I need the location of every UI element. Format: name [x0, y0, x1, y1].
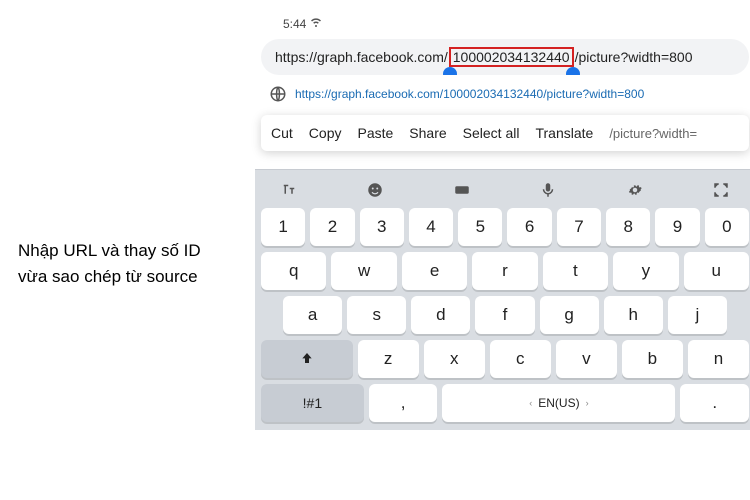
key-symbols[interactable]: !#1	[261, 384, 364, 422]
key-d[interactable]: d	[411, 296, 470, 334]
key-s[interactable]: s	[347, 296, 406, 334]
key-row-qwerty: q w e r t y u	[261, 252, 749, 290]
key-0[interactable]: 0	[705, 208, 749, 246]
key-y[interactable]: y	[613, 252, 678, 290]
key-row-numbers: 1 2 3 4 5 6 7 8 9 0	[261, 208, 749, 246]
key-1[interactable]: 1	[261, 208, 305, 246]
context-menu: Cut Copy Paste Share Select all Translat…	[261, 115, 749, 151]
key-b[interactable]: b	[622, 340, 683, 378]
key-period[interactable]: .	[680, 384, 749, 422]
key-r[interactable]: r	[472, 252, 537, 290]
mic-icon[interactable]	[538, 180, 558, 200]
key-w[interactable]: w	[331, 252, 396, 290]
expand-icon[interactable]	[711, 180, 731, 200]
key-f[interactable]: f	[475, 296, 534, 334]
key-v[interactable]: v	[556, 340, 617, 378]
chevron-left-icon: ‹	[529, 398, 532, 408]
menu-translate[interactable]: Translate	[535, 125, 593, 141]
soft-keyboard: 1 2 3 4 5 6 7 8 9 0 q w e r t y u a s d …	[255, 169, 750, 430]
key-row-asdf: a s d f g h j	[261, 296, 749, 334]
key-z[interactable]: z	[358, 340, 419, 378]
selected-id-text: 100002034132440	[453, 49, 570, 65]
key-3[interactable]: 3	[360, 208, 404, 246]
suggestion-row[interactable]: https://graph.facebook.com/1000020341324…	[255, 85, 750, 111]
key-a[interactable]: a	[283, 296, 342, 334]
selection-handle-left[interactable]	[443, 67, 457, 75]
gear-icon[interactable]	[625, 180, 645, 200]
key-u[interactable]: u	[684, 252, 749, 290]
emoji-icon[interactable]	[365, 180, 385, 200]
key-h[interactable]: h	[604, 296, 663, 334]
url-prefix: https://graph.facebook.com/	[275, 49, 448, 65]
key-c[interactable]: c	[490, 340, 551, 378]
key-7[interactable]: 7	[557, 208, 601, 246]
caption-line-1: Nhập URL và thay số ID	[18, 241, 201, 260]
key-n[interactable]: n	[688, 340, 749, 378]
chevron-right-icon: ›	[586, 398, 589, 408]
key-g[interactable]: g	[540, 296, 599, 334]
menu-copy[interactable]: Copy	[309, 125, 342, 141]
url-suffix: /picture?width=800	[575, 49, 693, 65]
key-2[interactable]: 2	[310, 208, 354, 246]
key-9[interactable]: 9	[655, 208, 699, 246]
menu-share[interactable]: Share	[409, 125, 446, 141]
menu-trailing-text: /picture?width=	[609, 126, 697, 141]
key-t[interactable]: t	[543, 252, 608, 290]
globe-icon	[269, 85, 287, 103]
phone-screenshot: 5:44 https://graph.facebook.com/ 1000020…	[255, 12, 750, 430]
key-q[interactable]: q	[261, 252, 326, 290]
selected-id-highlight[interactable]: 100002034132440	[449, 47, 574, 67]
key-4[interactable]: 4	[409, 208, 453, 246]
key-row-zxcv: z x c v b n	[261, 340, 749, 378]
key-8[interactable]: 8	[606, 208, 650, 246]
key-j[interactable]: j	[668, 296, 727, 334]
key-x[interactable]: x	[424, 340, 485, 378]
space-language-label: EN(US)	[538, 396, 579, 410]
menu-paste[interactable]: Paste	[357, 125, 393, 141]
gif-icon[interactable]	[452, 180, 472, 200]
text-tools-icon[interactable]	[279, 180, 299, 200]
instruction-caption: Nhập URL và thay số ID vừa sao chép từ s…	[18, 238, 201, 289]
address-bar[interactable]: https://graph.facebook.com/ 100002034132…	[261, 39, 749, 75]
key-e[interactable]: e	[402, 252, 467, 290]
key-5[interactable]: 5	[458, 208, 502, 246]
status-time: 5:44	[283, 17, 306, 31]
key-shift[interactable]	[261, 340, 353, 378]
menu-cut[interactable]: Cut	[271, 125, 293, 141]
key-6[interactable]: 6	[507, 208, 551, 246]
key-comma[interactable]: ,	[369, 384, 438, 422]
selection-handle-right[interactable]	[566, 67, 580, 75]
status-bar: 5:44	[255, 12, 750, 37]
wifi-icon	[310, 16, 322, 31]
keyboard-toolbar	[261, 176, 749, 208]
key-row-bottom: !#1 , ‹ EN(US) › .	[261, 384, 749, 422]
caption-line-2: vừa sao chép từ source	[18, 267, 198, 286]
key-space[interactable]: ‹ EN(US) ›	[442, 384, 675, 422]
suggestion-url: https://graph.facebook.com/1000020341324…	[295, 87, 644, 101]
menu-select-all[interactable]: Select all	[463, 125, 520, 141]
